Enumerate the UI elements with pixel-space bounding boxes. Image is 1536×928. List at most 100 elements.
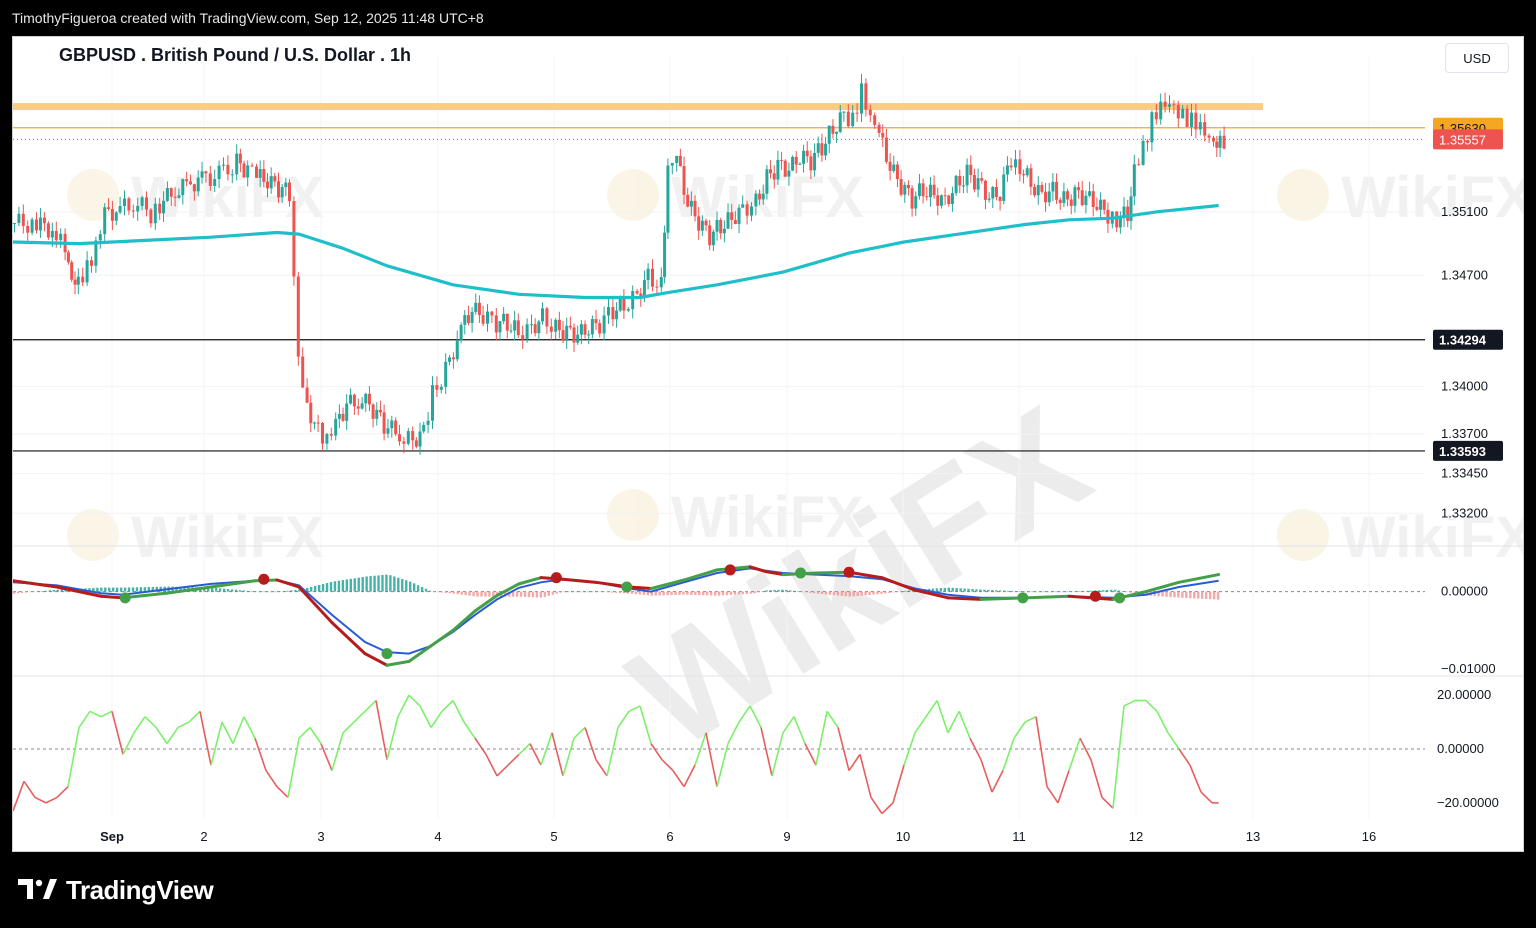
macd-bar [812, 591, 816, 594]
tradingview-brand[interactable]: TradingView [66, 875, 214, 906]
candle-body [615, 310, 619, 320]
macd-bar [935, 588, 939, 592]
candle [626, 306, 630, 313]
candle-body [761, 193, 765, 200]
macd-bar [1038, 591, 1042, 593]
candle [1062, 182, 1066, 208]
candle-body [708, 225, 712, 246]
candle-body [805, 150, 809, 157]
candle-body [378, 409, 382, 413]
macd-bar [761, 591, 764, 592]
macd-bar [702, 591, 705, 596]
candle [1207, 133, 1211, 143]
osc-segment [89, 710, 102, 718]
candle-body [145, 197, 148, 210]
macd-bar [1098, 590, 1101, 592]
candle-body [813, 152, 817, 171]
macd-cross-up-marker [119, 592, 131, 604]
candle-body [888, 161, 892, 171]
candle-body [838, 112, 842, 132]
macd-bar [888, 591, 891, 593]
candle [356, 398, 360, 416]
candle [1051, 173, 1055, 201]
macd-bar [698, 591, 701, 596]
macd-bar [1014, 591, 1018, 592]
candle [631, 285, 635, 319]
watermark-badge-icon [67, 509, 119, 561]
candle-body [131, 210, 135, 212]
macd-signal-segment [429, 628, 455, 648]
candle-body [73, 279, 77, 285]
candle [73, 271, 77, 295]
candle-body [1106, 209, 1110, 224]
candle-body [598, 323, 602, 334]
candle-body [375, 409, 379, 419]
osc-segment [881, 802, 894, 815]
macd-bar [1204, 591, 1208, 599]
candle-body [1080, 190, 1084, 206]
macd-bar [1046, 591, 1049, 593]
chart-canvas[interactable]: WikiFX WikiFXWikiFX WikiFXWikiFXWikiFXWiki… [13, 37, 1523, 851]
candle [646, 263, 650, 290]
osc-segment [56, 786, 69, 799]
candle [1005, 156, 1009, 182]
candle-body [196, 177, 200, 192]
candle-body [1218, 135, 1222, 148]
osc-segment [375, 700, 388, 760]
osc-tick-label: 0.00000 [1437, 741, 1484, 756]
macd-bar [713, 591, 717, 596]
candle [976, 168, 980, 198]
candle-body [411, 431, 415, 441]
macd-bar [555, 591, 558, 594]
candle-body [1198, 122, 1202, 130]
candle-body [1029, 168, 1033, 187]
osc-segment [518, 743, 531, 755]
currency-button[interactable]: USD [1445, 43, 1509, 73]
macd-bar [531, 591, 535, 598]
candle [798, 162, 802, 166]
candle-body [932, 184, 936, 196]
candle-body [704, 220, 708, 226]
macd-bar [824, 591, 828, 595]
time-tick-label: 2 [200, 829, 207, 844]
osc-segment [166, 727, 179, 745]
candle [509, 323, 513, 334]
footer-bar: TradingView [0, 852, 1536, 928]
candle-body [42, 217, 46, 224]
candle-body [81, 276, 85, 283]
candle-body [258, 169, 262, 178]
candle [1066, 188, 1070, 207]
macd-bar [1102, 590, 1105, 592]
candle-body [444, 361, 448, 387]
candle [1099, 192, 1103, 220]
macd-bar [706, 591, 709, 596]
candle [292, 196, 296, 286]
macd-bar [844, 591, 847, 597]
macd-bar [876, 591, 879, 595]
candle [1084, 190, 1088, 214]
chart-frame[interactable]: WikiFX WikiFX WikiFX WikiFX WikiFX WikiFX Wiki… [12, 36, 1524, 852]
osc-segment [353, 710, 366, 723]
candle-body [561, 330, 565, 341]
macd-bar [1121, 591, 1125, 592]
macd-bar [428, 590, 432, 592]
macd-signal-segment [561, 577, 598, 584]
candle [426, 411, 430, 434]
candle-body [46, 223, 50, 238]
candle-body [730, 212, 734, 221]
tradingview-logo-icon[interactable] [18, 877, 58, 903]
macd-bar [955, 588, 958, 592]
candle-body [1215, 141, 1219, 148]
osc-segment [276, 786, 289, 799]
candle-body [238, 153, 242, 164]
candle [1118, 211, 1122, 234]
macd-bar [274, 591, 277, 593]
candle-body [85, 260, 89, 283]
candle-body [809, 156, 813, 171]
candle-body [545, 308, 549, 327]
watermark-icon: WikiFX [1277, 165, 1523, 230]
macd-bar [385, 574, 388, 592]
macd-bar [254, 591, 257, 593]
candle [360, 397, 364, 410]
candle-body [914, 196, 918, 209]
